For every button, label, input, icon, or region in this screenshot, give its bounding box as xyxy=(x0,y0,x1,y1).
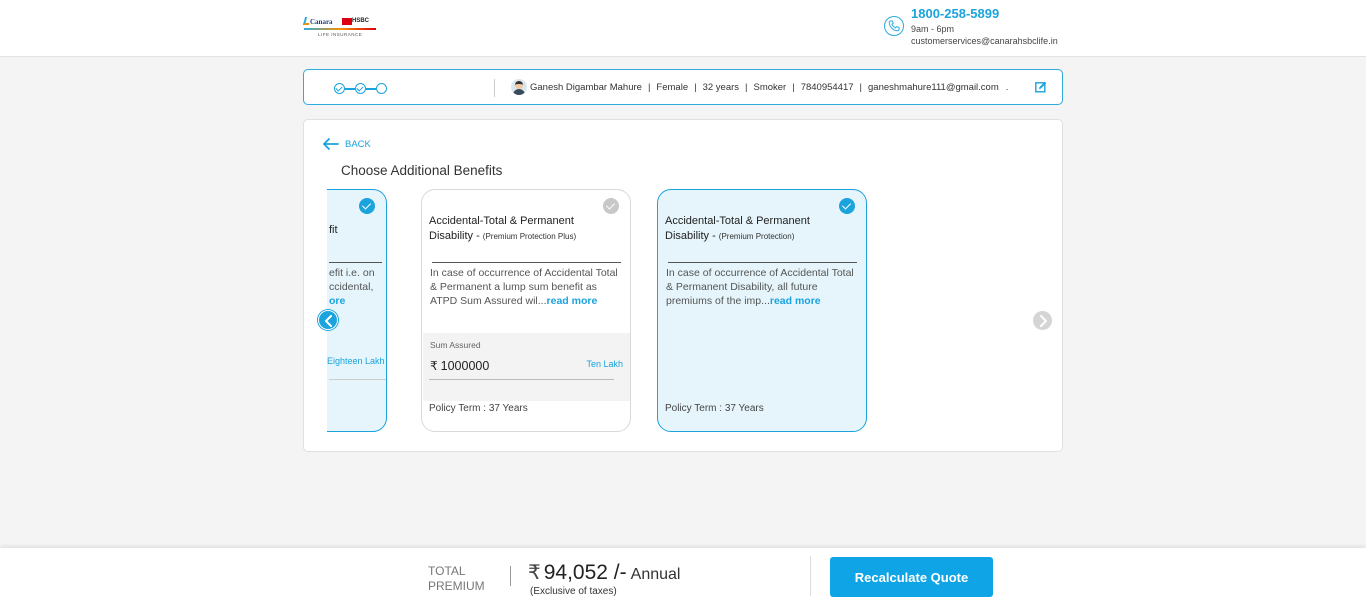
divider xyxy=(329,262,382,263)
page-title: Choose Additional Benefits xyxy=(341,163,503,178)
divider xyxy=(429,379,614,380)
user-smoker-status: Smoker xyxy=(753,82,787,93)
total-premium-amount: ₹94,052 /- Annual xyxy=(528,560,680,585)
desc-line: efit i.e. on xyxy=(329,267,375,279)
phone-icon xyxy=(884,16,904,36)
benefit-description: efit i.e. on ccidental, ore xyxy=(329,266,386,308)
back-button[interactable]: BACK xyxy=(323,136,371,152)
divider xyxy=(668,262,857,263)
chevron-left-icon xyxy=(325,315,332,327)
user-name: Ganesh Digambar Mahure xyxy=(530,82,642,93)
benefit-tag: (Premium Protection Plus) xyxy=(482,232,577,241)
rupee-icon: ₹ xyxy=(528,562,541,584)
arrow-left-icon xyxy=(323,138,339,150)
divider xyxy=(329,379,386,380)
desc-line: ccidental, xyxy=(329,281,374,293)
logo-brand-left: Canara xyxy=(310,18,333,26)
user-age: 32 years xyxy=(702,82,740,93)
back-label: BACK xyxy=(345,138,371,150)
benefit-description: In case of occurrence of Accidental Tota… xyxy=(666,266,862,308)
recalculate-quote-button[interactable]: Recalculate Quote xyxy=(830,557,993,597)
read-more-link[interactable]: ore xyxy=(329,295,345,307)
total-label: TOTAL xyxy=(428,564,466,578)
logo-underline xyxy=(304,28,376,30)
tax-note: (Exclusive of taxes) xyxy=(530,586,617,597)
customer-info-bar: Ganesh Digambar Mahure | Female | 32 years | S… xyxy=(303,69,1063,105)
policy-term: Policy Term : 37 Years xyxy=(429,403,528,414)
canara-hsbc-logo[interactable]: Canara HSBC LIFE INSURANCE xyxy=(302,16,378,42)
total-premium-label: TOTAL PREMIUM xyxy=(428,564,485,594)
carousel-next-button[interactable] xyxy=(1033,311,1052,330)
sum-assured-words: Ten Lakh xyxy=(586,359,623,369)
premium-value: 94,052 /- xyxy=(543,561,627,584)
carousel-prev-button[interactable] xyxy=(318,310,338,330)
unselected-check-icon[interactable] xyxy=(603,198,619,214)
benefit-card[interactable]: Accidental-Total & Permanent Disability … xyxy=(657,189,867,432)
premium-period: Annual xyxy=(630,566,681,583)
customer-service-email[interactable]: customerservices@canarahsbclife.in xyxy=(911,36,1058,46)
divider xyxy=(810,556,811,596)
step-3-icon xyxy=(376,83,387,94)
helpline-number[interactable]: 1800-258-5899 xyxy=(911,6,999,21)
benefit-title: fit xyxy=(329,224,338,236)
step-connector xyxy=(345,88,355,90)
divider xyxy=(510,566,511,586)
avatar xyxy=(511,79,527,95)
benefit-card[interactable]: fit efit i.e. on ccidental, ore Eighteen… xyxy=(327,189,387,432)
user-gender: Female xyxy=(656,82,689,93)
step-2-icon xyxy=(355,83,366,94)
sum-assured-label: Sum Assured xyxy=(430,340,481,350)
selected-check-icon[interactable] xyxy=(839,198,855,214)
logo-brand-right: HSBC xyxy=(352,18,370,24)
benefit-title: Accidental-Total & Permanent Disability … xyxy=(429,214,609,244)
sum-assured-value: 1000000 xyxy=(440,359,490,373)
read-more-link[interactable]: read more xyxy=(770,295,821,307)
desc-text: In case of occurrence of Accidental Tota… xyxy=(666,267,854,307)
premium-label: PREMIUM xyxy=(428,579,485,593)
rupee-icon: ₹ xyxy=(430,359,438,373)
hsbc-hexagon-icon xyxy=(342,18,352,25)
benefit-card[interactable]: Accidental-Total & Permanent Disability … xyxy=(421,189,631,432)
policy-term: Policy Term : 37 Years xyxy=(665,403,764,414)
user-details: Ganesh Digambar Mahure | Female | 32 years | S… xyxy=(530,82,1009,93)
logo-tagline: LIFE INSURANCE xyxy=(318,32,363,37)
site-header: Canara HSBC LIFE INSURANCE 1800-258-5899… xyxy=(0,0,1366,57)
read-more-link[interactable]: read more xyxy=(547,295,598,307)
helpline-hours: 9am - 6pm xyxy=(911,24,955,34)
benefits-carousel: fit efit i.e. on ccidental, ore Eighteen… xyxy=(327,188,1027,434)
divider xyxy=(432,262,621,263)
edit-icon[interactable] xyxy=(1035,80,1047,93)
additional-benefits-panel: BACK Choose Additional Benefits fit efit… xyxy=(303,119,1063,452)
user-email: ganeshmahure111@gmail.com xyxy=(868,82,999,93)
step-1-icon xyxy=(334,83,345,94)
benefit-description: In case of occurrence of Accidental Tota… xyxy=(430,266,626,308)
sum-assured-words: Eighteen Lakh xyxy=(327,356,385,366)
benefit-tag: (Premium Protection) xyxy=(718,232,795,241)
premium-footer: TOTAL PREMIUM ₹94,052 /- Annual (Exclusiv… xyxy=(0,548,1366,604)
sum-assured-box: Sum Assured ₹1000000 Ten Lakh xyxy=(423,333,630,401)
sum-assured-input[interactable]: ₹1000000 xyxy=(430,359,489,373)
user-trailing-dot: . xyxy=(1005,82,1009,93)
chevron-right-icon xyxy=(1040,315,1047,327)
benefit-title: Accidental-Total & Permanent Disability … xyxy=(665,214,845,244)
contact-info: 1800-258-5899 9am - 6pm customerservices… xyxy=(884,6,1084,50)
step-connector xyxy=(366,88,376,90)
divider xyxy=(494,79,495,97)
user-phone: 7840954417 xyxy=(800,82,854,93)
progress-stepper xyxy=(334,83,390,95)
selected-check-icon[interactable] xyxy=(359,198,375,214)
